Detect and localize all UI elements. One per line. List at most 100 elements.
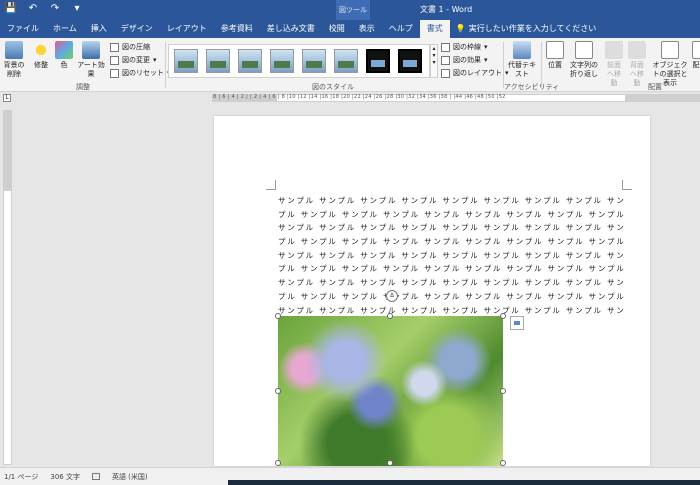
text-line: プル サンプル サンプル サンプル サンプル サンプル サンプル サンプル サン… (278, 264, 624, 274)
hydrangea-picture[interactable] (278, 316, 503, 466)
align-button[interactable]: 配 (692, 41, 700, 70)
customize-qat-icon[interactable]: ▾ (70, 3, 84, 14)
alt-text-button[interactable]: 代替テキスト (507, 41, 537, 79)
effects-icon (441, 55, 450, 65)
vertical-ruler[interactable] (3, 110, 12, 465)
document-body[interactable]: サンプル サンプル サンプル サンプル サンプル サンプル サンプル サンプル … (278, 194, 624, 317)
style-thumb[interactable] (366, 49, 390, 73)
tab-design[interactable]: デザイン (114, 20, 160, 38)
resize-handle[interactable] (275, 313, 281, 319)
wrap-text-button[interactable]: 文字列の折り返し (567, 41, 601, 79)
style-thumb[interactable] (174, 49, 198, 73)
save-icon[interactable]: 💾 (4, 3, 18, 14)
tab-review[interactable]: 校閲 (322, 20, 352, 38)
art-effects-button[interactable]: アート効果 (76, 41, 106, 79)
layout-options-icon[interactable] (510, 316, 524, 330)
tab-mailings[interactable]: 差し込み文書 (260, 20, 322, 38)
selection-pane-icon (661, 41, 679, 59)
redo-icon[interactable]: ↷ (48, 3, 62, 14)
text-line: サンプル サンプル サンプル サンプル サンプル サンプル サンプル サンプル … (278, 278, 624, 288)
ruler-row: L 8 | 6 | 4 | 2 | | 2 | 4 | 6 | 8 |10 |1… (0, 92, 700, 104)
compress-icon (110, 42, 119, 52)
corrections-button[interactable]: 修整 (30, 41, 52, 70)
style-thumb[interactable] (302, 49, 326, 73)
horizontal-ruler[interactable]: 8 | 6 | 4 | 2 | | 2 | 4 | 6 | 8 |10 |12 … (212, 94, 700, 102)
layout-icon (441, 68, 450, 78)
tab-references[interactable]: 参考資料 (214, 20, 260, 38)
tab-selector[interactable]: L (3, 94, 11, 102)
ruler-margin-right (625, 95, 699, 101)
proofing-icon[interactable] (91, 473, 100, 480)
tell-me-box[interactable]: 💡 実行したい作業を入力してください (450, 20, 597, 38)
position-icon (546, 41, 564, 59)
tab-format[interactable]: 書式 (419, 20, 450, 38)
text-line: プル サンプル サンプル サンプル サンプル サンプル サンプル サンプル サン… (278, 291, 624, 301)
sun-icon (32, 41, 50, 59)
style-thumb[interactable] (334, 49, 358, 73)
tab-file[interactable]: ファイル (0, 20, 46, 38)
border-icon (441, 42, 450, 52)
ribbon-tabs: ファイル ホーム 挿入 デザイン レイアウト 参考資料 差し込み文書 校閲 表示… (0, 20, 700, 38)
picture-effects-button[interactable]: 図の効果 ▾ (441, 55, 488, 65)
resize-handle[interactable] (500, 388, 506, 394)
change-picture-button[interactable]: 図の変更 ▾ (110, 55, 157, 65)
reset-picture-icon (110, 68, 119, 78)
margin-mark (266, 180, 276, 190)
arrange-group-label: 配置 (648, 83, 662, 91)
remove-background-button[interactable]: 背景の削除 (2, 41, 26, 79)
color-button[interactable]: 色 (55, 41, 73, 70)
compress-pictures-button[interactable]: 図の圧縮 (110, 42, 150, 52)
text-line: サンプル サンプル サンプル サンプル サンプル サンプル サンプル サンプル … (278, 196, 624, 205)
wrap-text-icon (575, 41, 593, 59)
position-button[interactable]: 位置 (545, 41, 565, 70)
text-line: プル サンプル サンプル サンプル サンプル サンプル サンプル サンプル サン… (278, 237, 624, 247)
ruler-margin-top (4, 111, 11, 191)
picture-styles-gallery (168, 44, 430, 78)
resize-handle[interactable] (387, 313, 393, 319)
resize-handle[interactable] (275, 388, 281, 394)
page-count[interactable]: 1/1 ページ (4, 472, 38, 482)
picture-border-button[interactable]: 図の枠線 ▾ (441, 42, 488, 52)
picture-layout-button[interactable]: 図のレイアウト ▾ (441, 68, 509, 78)
separator (541, 42, 542, 88)
remove-background-icon (5, 41, 23, 59)
text-line: サンプル サンプル サンプル サンプル サンプル サンプル サンプル サンプル … (278, 223, 624, 233)
accessibility-label: アクセシビリティ (504, 83, 560, 91)
picture-tools-context-label: 図ツール (336, 0, 370, 20)
anchor-icon[interactable]: ⚓ (386, 290, 398, 302)
undo-icon[interactable]: ↶ (26, 3, 40, 14)
reset-picture-button[interactable]: 図のリセット▾ (110, 68, 171, 78)
adjust-group-label: 調整 (76, 83, 90, 91)
word-count[interactable]: 306 文字 (50, 472, 80, 482)
document-page[interactable]: サンプル サンプル サンプル サンプル サンプル サンプル サンプル サンプル … (214, 116, 650, 466)
gallery-more-button[interactable]: ▴ ▾ ▾ (430, 44, 438, 78)
margin-mark (622, 180, 632, 190)
tab-view[interactable]: 表示 (352, 20, 382, 38)
title-bar: 💾 ↶ ↷ ▾ 図ツール 文書 1 - Word (0, 0, 700, 20)
send-backward-icon (628, 41, 646, 59)
style-thumb[interactable] (398, 49, 422, 73)
picture-styles-label: 図のスタイル (312, 83, 354, 91)
separator (165, 42, 166, 88)
resize-handle[interactable] (387, 460, 393, 466)
align-icon (692, 41, 700, 59)
tab-help[interactable]: ヘルプ (382, 20, 420, 38)
language-indicator[interactable]: 英語 (米国) (112, 472, 148, 482)
tab-insert[interactable]: 挿入 (84, 20, 114, 38)
lightbulb-icon: 💡 (455, 24, 466, 33)
tab-layout[interactable]: レイアウト (160, 20, 214, 38)
resize-handle[interactable] (500, 460, 506, 466)
resize-handle[interactable] (500, 313, 506, 319)
resize-handle[interactable] (275, 460, 281, 466)
bring-forward-button[interactable]: 前面へ移動 (604, 41, 624, 88)
color-icon (55, 41, 73, 59)
send-backward-button[interactable]: 背面へ移動 (627, 41, 647, 88)
style-thumb[interactable] (270, 49, 294, 73)
ruler-numbers: 8 | 6 | 4 | 2 | | 2 | 4 | 6 | 8 |10 |12 … (213, 94, 506, 100)
selection-pane-button[interactable]: オブジェクトの選択と表示 (650, 41, 690, 88)
change-picture-icon (110, 55, 119, 65)
style-thumb[interactable] (206, 49, 230, 73)
tab-home[interactable]: ホーム (46, 20, 84, 38)
text-line: サンプル サンプル サンプル サンプル サンプル サンプル サンプル サンプル … (278, 250, 624, 260)
style-thumb[interactable] (238, 49, 262, 73)
